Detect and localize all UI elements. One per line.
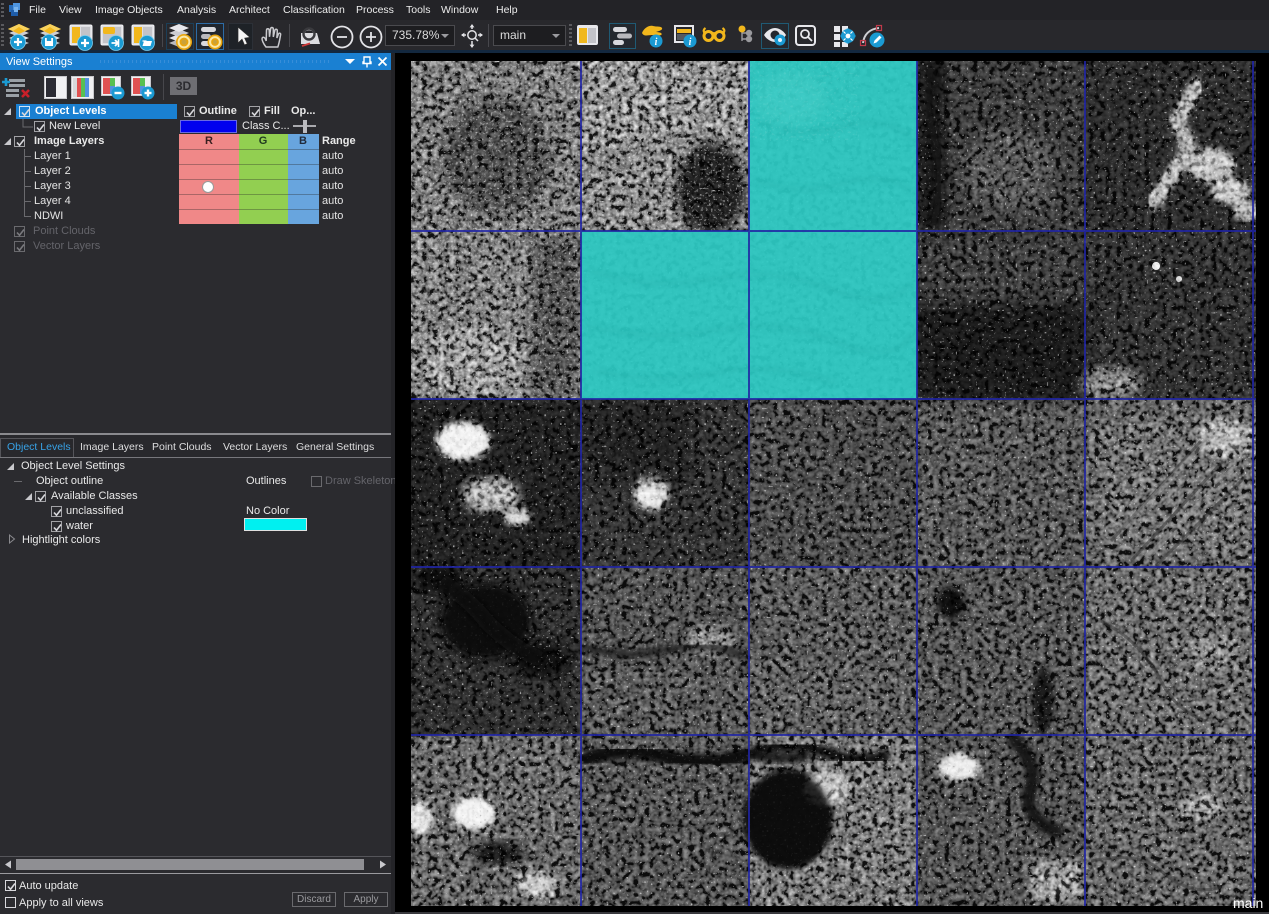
svg-text:i: i [689, 37, 692, 48]
svg-text:i: i [655, 37, 658, 48]
